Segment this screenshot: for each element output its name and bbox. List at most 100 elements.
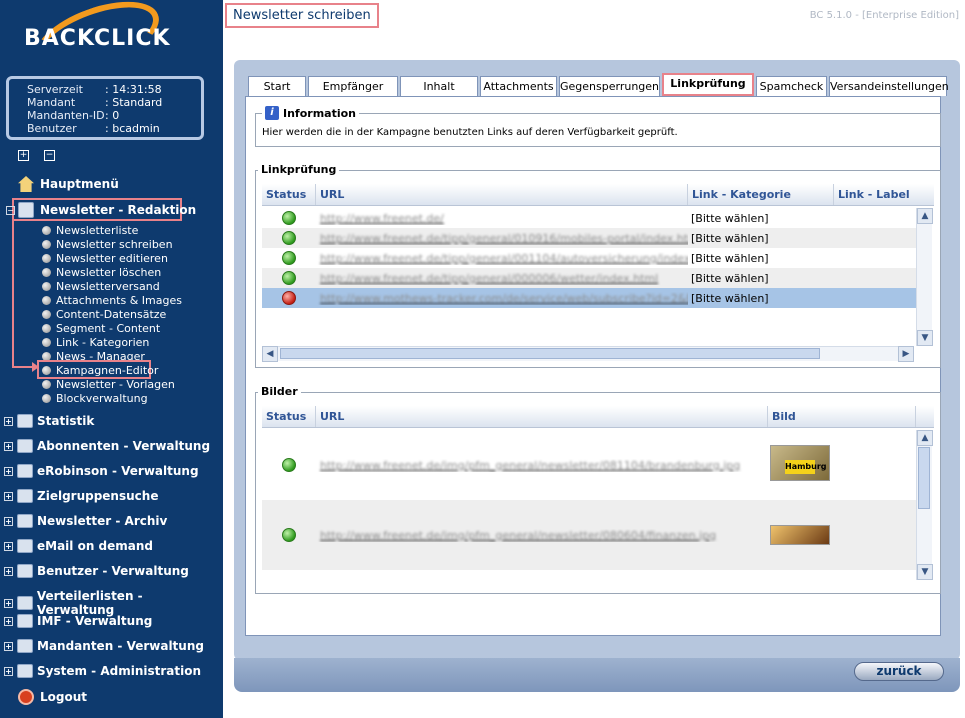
expand-all-button[interactable]: + (18, 150, 29, 161)
menu-group[interactable]: + Benutzer - Verwaltung (4, 564, 189, 578)
link-url[interactable]: http://www.freenet.de/tipp/general/00110… (316, 252, 688, 265)
menu-group[interactable]: + Abonnenten - Verwaltung (4, 439, 210, 453)
submenu-item[interactable]: Newsletter löschen (42, 266, 161, 279)
tab-empfaenger[interactable]: Empfänger (308, 76, 398, 96)
link-category-select[interactable]: [Bitte wählen] (688, 232, 834, 245)
expand-icon: + (4, 491, 13, 501)
menu-logout[interactable]: Logout (18, 689, 87, 705)
menu-group[interactable]: + Zielgruppensuche (4, 489, 158, 503)
menu-group[interactable]: + Verteilerlisten - Verwaltung (4, 589, 223, 617)
submenu-item[interactable]: Newsletter schreiben (42, 238, 173, 251)
image-url[interactable]: http://www.freenet.de/img/pfm_general/ne… (316, 529, 768, 542)
submenu-item[interactable]: Blockverwaltung (42, 392, 148, 405)
submenu-item[interactable]: Attachments & Images (42, 294, 182, 307)
main-area: Newsletter schreiben BC 5.1.0 - [Enterpr… (223, 0, 965, 718)
collapse-all-button[interactable]: − (44, 150, 55, 161)
table-row[interactable]: http://www.freenet.de/tipp/general/01091… (262, 228, 916, 248)
tab-linkpruefung[interactable]: Linkprüfung (662, 73, 754, 96)
col-bild[interactable]: Bild (768, 406, 916, 427)
image-table-vscrollbar[interactable]: ▲ ▼ (916, 430, 933, 580)
scroll-up-icon[interactable]: ▲ (917, 208, 933, 224)
scroll-down-icon[interactable]: ▼ (917, 330, 933, 346)
link-table-vscrollbar[interactable]: ▲ ▼ (916, 208, 933, 346)
expand-icon: + (4, 441, 13, 451)
tab-spamcheck[interactable]: Spamcheck (756, 76, 827, 96)
menu-group[interactable]: + IMF - Verwaltung (4, 614, 152, 628)
submenu-item[interactable]: Newsletterliste (42, 224, 138, 237)
tab-versandeinstellungen[interactable]: Versandeinstellungen (829, 76, 949, 96)
back-button[interactable]: zurück (854, 662, 944, 681)
bullet-icon (42, 226, 51, 235)
submenu-item[interactable]: Segment - Content (42, 322, 160, 335)
link-url[interactable]: http://www.freenet.de/tipp/general/01091… (316, 232, 688, 245)
image-url[interactable]: http://www.freenet.de/img/pfm_general/ne… (316, 459, 768, 472)
submenu-item[interactable]: Newsletter editieren (42, 252, 168, 265)
menu-group[interactable]: + Statistik (4, 414, 94, 428)
folder-icon (17, 514, 33, 528)
tab-content: i Information Hier werden die in der Kamp… (245, 96, 941, 636)
tab-start[interactable]: Start (248, 76, 306, 96)
scroll-right-icon[interactable]: ▶ (898, 346, 914, 362)
link-category-select[interactable]: [Bitte wählen] (688, 272, 834, 285)
menu-group[interactable]: + eRobinson - Verwaltung (4, 464, 199, 478)
submenu-item[interactable]: Content-Datensätze (42, 308, 166, 321)
table-row[interactable]: http://www.freenet.de/ [Bitte wählen] (262, 208, 916, 228)
link-table-hscrollbar[interactable]: ◀ ▶ (262, 346, 914, 362)
bullet-icon (42, 324, 51, 333)
home-icon (18, 176, 34, 192)
expand-icon: + (4, 516, 13, 526)
table-row[interactable]: http://www.freenet.de/tipp/general/00000… (262, 268, 916, 288)
menu-group[interactable]: + Newsletter - Archiv (4, 514, 167, 528)
hscroll-thumb[interactable] (280, 348, 820, 359)
tab-inhalt[interactable]: Inhalt (400, 76, 478, 96)
link-url[interactable]: http://www.freenet.de/tipp/general/00000… (316, 272, 688, 285)
bullet-icon (42, 338, 51, 347)
expand-icon: + (4, 616, 13, 626)
menu-hauptmenue[interactable]: Hauptmenü (18, 176, 119, 192)
scroll-down-icon[interactable]: ▼ (917, 564, 933, 580)
submenu-item[interactable]: Link - Kategorien (42, 336, 149, 349)
menu-group[interactable]: + eMail on demand (4, 539, 153, 553)
info-icon: i (265, 106, 279, 120)
table-row[interactable]: http://www.freenet.de/tipp/general/00110… (262, 248, 916, 268)
col-status[interactable]: Status (262, 184, 316, 205)
vscroll-thumb[interactable] (918, 447, 930, 509)
backclick-logo[interactable]: BACKCLICK (20, 0, 180, 87)
tab-gegensperrungen[interactable]: Gegensperrungen (559, 76, 660, 96)
info-row: Benutzer: bcadmin (27, 122, 160, 135)
submenu-item[interactable]: Newsletter - Vorlagen (42, 378, 175, 391)
collapse-redaktion-icon[interactable]: − (6, 206, 15, 215)
link-url[interactable]: http://www.freenet.de/ (316, 212, 688, 225)
logo-text: BACKCLICK (24, 26, 171, 51)
scroll-up-icon[interactable]: ▲ (917, 430, 933, 446)
image-thumbnail[interactable] (770, 525, 830, 545)
submenu-item-kampagnen-editor[interactable]: Kampagnen-Editor (42, 364, 158, 377)
col-url[interactable]: URL (316, 184, 688, 205)
status-ok-icon (282, 271, 296, 285)
link-category-select[interactable]: [Bitte wählen] (688, 252, 834, 265)
logout-icon (18, 689, 34, 705)
expand-icon: + (4, 566, 13, 576)
menu-group[interactable]: + System - Administration (4, 664, 201, 678)
menu-newsletter-redaktion[interactable]: Newsletter - Redaktion (18, 202, 196, 218)
col-url[interactable]: URL (316, 406, 768, 427)
menu-group[interactable]: + Mandanten - Verwaltung (4, 639, 204, 653)
bilder-legend: Bilder (258, 385, 301, 398)
image-thumbnail[interactable]: Hamburg (770, 445, 830, 481)
table-row-selected[interactable]: http://www.mothews-tracker.com/de/servic… (262, 288, 916, 308)
status-ok-icon (282, 231, 296, 245)
link-category-select[interactable]: [Bitte wählen] (688, 292, 834, 305)
link-url[interactable]: http://www.mothews-tracker.com/de/servic… (316, 292, 688, 305)
bullet-icon (42, 268, 51, 277)
scroll-left-icon[interactable]: ◀ (262, 346, 278, 362)
status-error-icon (282, 291, 296, 305)
folder-icon (17, 439, 33, 453)
submenu-item[interactable]: Newsletterversand (42, 280, 160, 293)
col-link-label[interactable]: Link - Label (834, 184, 934, 205)
link-category-select[interactable]: [Bitte wählen] (688, 212, 834, 225)
folder-icon (16, 596, 33, 610)
col-link-kategorie[interactable]: Link - Kategorie (688, 184, 834, 205)
bullet-icon (42, 296, 51, 305)
col-status[interactable]: Status (262, 406, 316, 427)
tab-attachments[interactable]: Attachments (480, 76, 557, 96)
